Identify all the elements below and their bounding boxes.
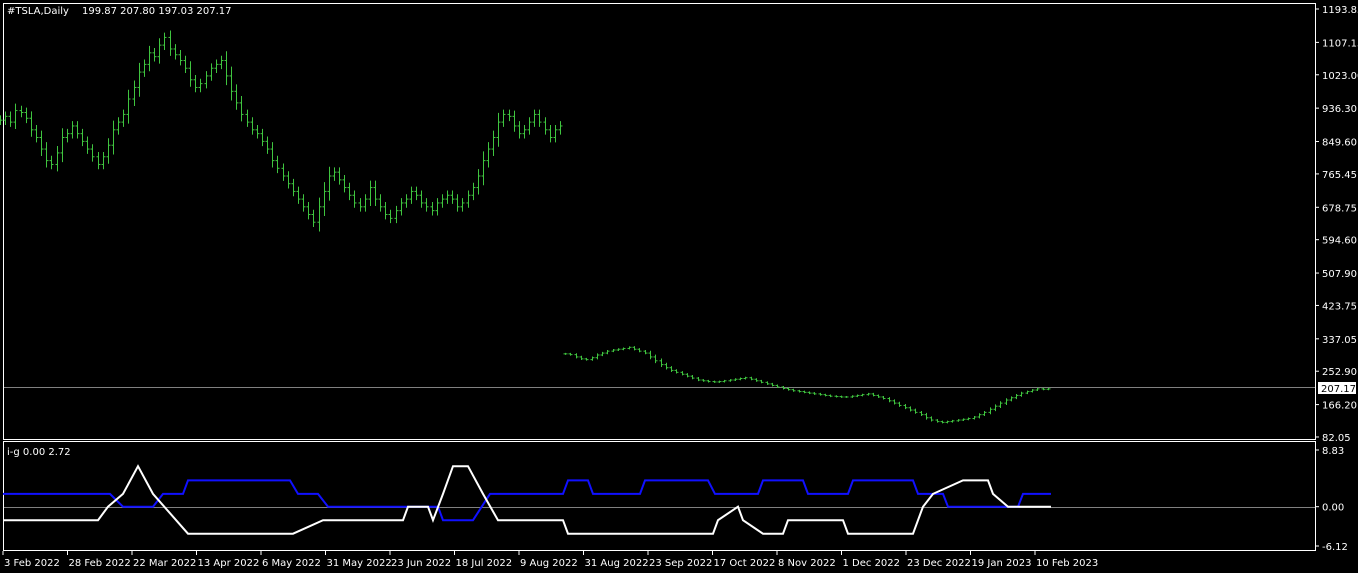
symbol-header: #TSLA,Daily — [7, 6, 69, 17]
time-axis-label: 23 Jun 2022 — [391, 558, 451, 569]
price-axis-label: 166.20 — [1322, 401, 1357, 412]
time-axis-label: 3 Feb 2022 — [4, 558, 60, 569]
ohlc-header: 199.87 207.80 197.03 207.17 — [82, 6, 232, 17]
trading-chart[interactable]: 1193.85 1107.15 1023.00 936.30 849.60 765.45 6… — [0, 0, 1358, 573]
time-axis-label: 1 Dec 2022 — [843, 558, 901, 569]
price-axis-label: 82.05 — [1322, 433, 1351, 444]
time-axis-label: 31 May 2022 — [327, 558, 392, 569]
time-axis-label: 28 Feb 2022 — [69, 558, 131, 569]
price-axis-label: 678.75 — [1322, 203, 1357, 214]
time-axis-label: 13 Apr 2022 — [198, 558, 260, 569]
price-axis-label: 423.75 — [1322, 301, 1357, 312]
indicator-axis-label: 8.83 — [1322, 446, 1344, 457]
indicator-title: i-g 0.00 2.72 — [7, 447, 71, 458]
time-axis-label: 17 Oct 2022 — [714, 558, 776, 569]
price-axis-label: 594.60 — [1322, 236, 1357, 247]
time-axis-label: 6 May 2022 — [262, 558, 321, 569]
price-axis-label: 337.05 — [1322, 335, 1357, 346]
time-axis-label: 31 Aug 2022 — [585, 558, 649, 569]
price-axis-label: 507.90 — [1322, 269, 1357, 280]
time-axis-label: 18 Jul 2022 — [456, 558, 513, 569]
price-axis-label: 765.45 — [1322, 170, 1357, 181]
time-axis-label: 19 Jan 2023 — [972, 558, 1032, 569]
time-axis-label: 23 Sep 2022 — [649, 558, 712, 569]
price-axis-label: 1023.00 — [1322, 71, 1358, 82]
indicator-axis-label: 0.00 — [1322, 503, 1344, 514]
price-axis-label: 1107.15 — [1322, 38, 1358, 49]
current-price-label: 207.17 — [1321, 384, 1356, 395]
price-axis-label: 849.60 — [1322, 138, 1357, 149]
time-axis-label: 10 Feb 2023 — [1036, 558, 1098, 569]
price-axis-label: 1193.85 — [1322, 5, 1358, 16]
indicator-axis-label: -6.12 — [1322, 542, 1348, 553]
price-axis-label: 936.30 — [1322, 104, 1357, 115]
chart-background — [0, 0, 1358, 573]
time-axis-label: 9 Aug 2022 — [520, 558, 578, 569]
time-axis-label: 8 Nov 2022 — [778, 558, 836, 569]
time-axis-label: 22 Mar 2022 — [133, 558, 196, 569]
time-axis-label: 23 Dec 2022 — [907, 558, 971, 569]
price-axis-label: 252.90 — [1322, 367, 1357, 378]
